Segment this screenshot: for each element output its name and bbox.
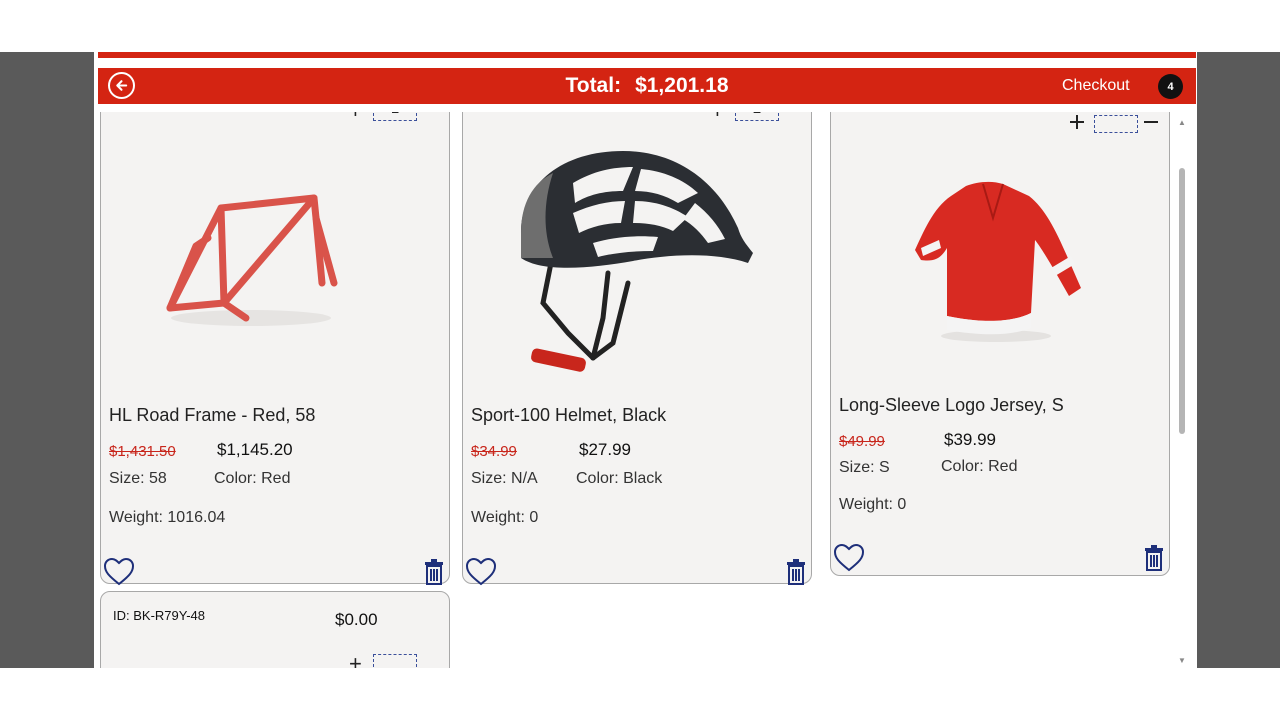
product-card: ID: BK-R79Y-48 $0.00 + [100, 591, 450, 668]
product-color: Color: Black [576, 470, 663, 487]
heart-icon[interactable] [103, 557, 135, 587]
quantity-input[interactable] [373, 654, 417, 668]
product-size: Size: 58 [109, 470, 167, 487]
cart-count-badge: 4 [1158, 74, 1183, 99]
product-id: ID: BK-R79Y-48 [113, 608, 206, 623]
sale-price: $39.99 [944, 430, 996, 449]
product-name[interactable]: HL Road Frame - Red, 58 [109, 405, 315, 426]
original-price: $34.99 [471, 443, 517, 460]
plus-icon[interactable]: + [711, 112, 724, 122]
trash-icon[interactable] [423, 559, 445, 585]
product-name[interactable]: Sport-100 Helmet, Black [471, 405, 666, 426]
product-size: Size: N/A [471, 470, 538, 487]
quantity-input[interactable]: 2 [735, 112, 779, 121]
scrollbar-thumb[interactable] [1179, 168, 1185, 434]
original-price: $49.99 [839, 433, 885, 450]
product-weight: Weight: 0 [471, 509, 539, 526]
vertical-scrollbar[interactable]: ▲ ▼ [1174, 112, 1194, 668]
scroll-up-icon[interactable]: ▲ [1178, 118, 1186, 127]
product-image [166, 194, 338, 326]
order-total: Total: $1,201.18 [98, 68, 1196, 104]
product-card: Long-Sleeve Logo Jersey, S $49.99 $39.99… [830, 112, 1170, 576]
plus-icon[interactable] [1069, 114, 1085, 130]
total-label: Total: [565, 74, 622, 97]
product-image [521, 151, 753, 372]
product-weight: Weight: 1016.04 [109, 509, 226, 526]
heart-icon[interactable] [465, 557, 497, 587]
sale-price: $27.99 [579, 440, 631, 459]
product-color: Color: Red [941, 458, 1018, 475]
scroll-down-icon[interactable]: ▼ [1178, 656, 1186, 665]
product-card: + 1 HL Road Frame - Red, 58 $1,431.50 $1… [100, 112, 450, 587]
product-image [915, 181, 1081, 342]
quantity-input[interactable]: 1 [373, 112, 417, 121]
back-arrow-icon [116, 80, 128, 91]
product-gallery: + 1 HL Road Frame - Red, 58 $1,431.50 $1… [94, 112, 1174, 668]
total-value: $1,201.18 [635, 74, 729, 97]
sale-price: $1,145.20 [217, 440, 293, 459]
back-button[interactable] [108, 72, 135, 99]
trash-icon[interactable] [1143, 545, 1165, 571]
header-bar: Total: $1,201.18 Checkout 4 [98, 68, 1196, 104]
product-name[interactable]: Long-Sleeve Logo Jersey, S [839, 395, 1064, 416]
original-price: $1,431.50 [109, 443, 176, 460]
minus-icon[interactable] [1143, 114, 1159, 130]
product-weight: Weight: 0 [839, 496, 907, 513]
cart-app: Total: $1,201.18 Checkout 4 + 1 [94, 52, 1197, 668]
quantity-input[interactable] [1094, 115, 1138, 133]
trash-icon[interactable] [785, 559, 807, 585]
plus-icon[interactable]: + [349, 653, 362, 669]
product-card: + 2 Sport-10 [462, 112, 812, 587]
plus-icon[interactable]: + [349, 112, 362, 122]
heart-icon[interactable] [833, 543, 865, 573]
product-color: Color: Red [214, 470, 291, 487]
sale-price: $0.00 [335, 610, 378, 629]
checkout-label: Checkout [1062, 77, 1130, 94]
product-size: Size: S [839, 459, 890, 476]
top-accent-bar [98, 52, 1196, 58]
